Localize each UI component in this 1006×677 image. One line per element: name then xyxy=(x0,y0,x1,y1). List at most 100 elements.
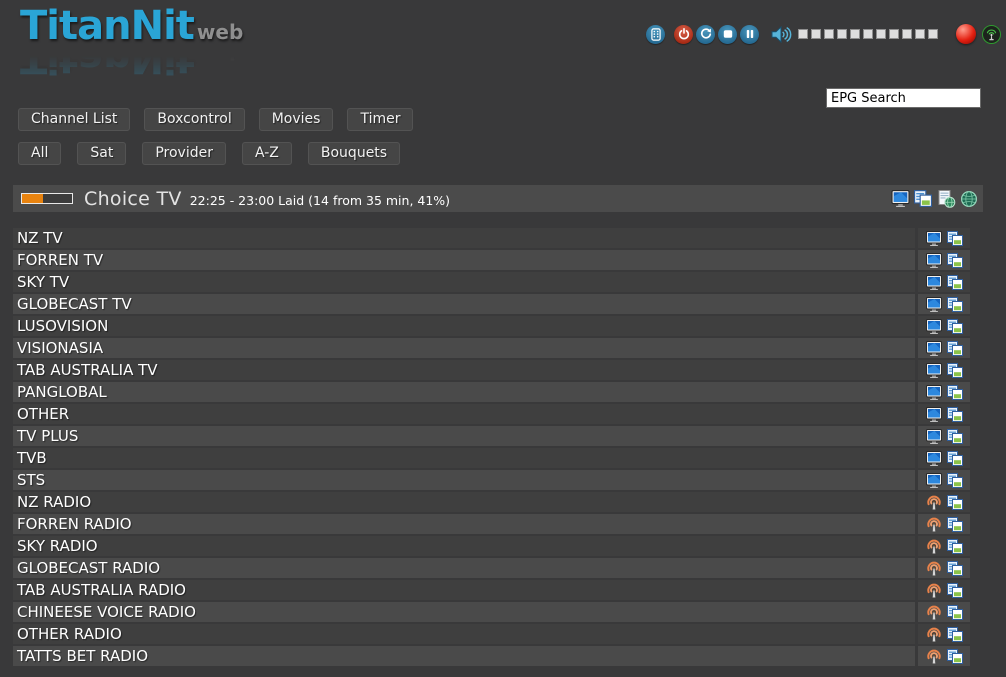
monitor-icon[interactable] xyxy=(926,318,942,334)
tab-boxcontrol[interactable]: Boxcontrol xyxy=(144,108,244,131)
epg-list-icon[interactable] xyxy=(947,626,963,642)
channel-name[interactable]: STS xyxy=(13,470,915,490)
filter-sat[interactable]: Sat xyxy=(77,142,126,165)
volume-segment[interactable] xyxy=(889,29,899,39)
epg-list-icon[interactable] xyxy=(947,252,963,268)
radio-antenna-icon[interactable] xyxy=(926,538,942,554)
volume-segment[interactable] xyxy=(837,29,847,39)
epg-list-icon[interactable] xyxy=(947,582,963,598)
channel-name[interactable]: NZ TV xyxy=(13,228,915,248)
tab-movies[interactable]: Movies xyxy=(259,108,334,131)
channel-name[interactable]: PANGLOBAL xyxy=(13,382,915,402)
channel-name[interactable]: TATTS BET RADIO xyxy=(13,646,915,666)
volume-segment[interactable] xyxy=(850,29,860,39)
monitor-icon[interactable] xyxy=(926,472,942,488)
remote-control-button[interactable] xyxy=(646,25,665,44)
epg-list-icon[interactable] xyxy=(947,362,963,378)
channel-name[interactable]: LUSOVISION xyxy=(13,316,915,336)
power-button[interactable] xyxy=(674,25,693,44)
filter-bouquets[interactable]: Bouquets xyxy=(308,142,400,165)
reload-button[interactable] xyxy=(696,25,715,44)
channel-name[interactable]: OTHER RADIO xyxy=(13,624,915,644)
volume-segment[interactable] xyxy=(928,29,938,39)
epg-list-icon[interactable] xyxy=(947,274,963,290)
channel-name[interactable]: TVB xyxy=(13,448,915,468)
monitor-icon[interactable] xyxy=(890,189,910,209)
radio-antenna-icon[interactable] xyxy=(926,582,942,598)
channel-actions xyxy=(918,426,970,446)
record-indicator-icon xyxy=(956,24,976,44)
monitor-icon[interactable] xyxy=(926,274,942,290)
volume-segment[interactable] xyxy=(811,29,821,39)
radio-antenna-icon[interactable] xyxy=(926,494,942,510)
filter-provider[interactable]: Provider xyxy=(142,142,226,165)
tab-timer[interactable]: Timer xyxy=(347,108,413,131)
epg-search-input[interactable] xyxy=(826,88,981,108)
epg-list-icon[interactable] xyxy=(947,516,963,532)
channel-row: TAB AUSTRALIA RADIO xyxy=(13,580,970,600)
monitor-icon[interactable] xyxy=(926,428,942,444)
epg-list-icon[interactable] xyxy=(947,230,963,246)
volume-segment[interactable] xyxy=(915,29,925,39)
volume-segment[interactable] xyxy=(863,29,873,39)
speaker-icon xyxy=(771,25,794,44)
pause-button[interactable] xyxy=(740,25,759,44)
epg-list-icon[interactable] xyxy=(947,560,963,576)
channel-actions xyxy=(918,624,970,644)
epg-list-icon[interactable] xyxy=(947,428,963,444)
channel-name[interactable]: VISIONASIA xyxy=(13,338,915,358)
channel-name[interactable]: GLOBECAST TV xyxy=(13,294,915,314)
monitor-icon[interactable] xyxy=(926,406,942,422)
radio-antenna-icon[interactable] xyxy=(926,516,942,532)
radio-antenna-icon[interactable] xyxy=(926,648,942,664)
channel-row: CHINEESE VOICE RADIO xyxy=(13,602,970,622)
epg-list-icon[interactable] xyxy=(947,318,963,334)
globe-icon[interactable] xyxy=(959,189,979,209)
channel-name[interactable]: TV PLUS xyxy=(13,426,915,446)
channel-name[interactable]: TAB AUSTRALIA RADIO xyxy=(13,580,915,600)
stream-button[interactable] xyxy=(982,25,1001,44)
monitor-icon[interactable] xyxy=(926,230,942,246)
channel-name[interactable]: NZ RADIO xyxy=(13,492,915,512)
filter-a-z[interactable]: A-Z xyxy=(242,142,292,165)
epg-list-icon[interactable] xyxy=(947,648,963,664)
epg-list-icon[interactable] xyxy=(947,494,963,510)
channel-row: VISIONASIA xyxy=(13,338,970,358)
channel-name[interactable]: TAB AUSTRALIA TV xyxy=(13,360,915,380)
tab-channel-list[interactable]: Channel List xyxy=(18,108,130,131)
stop-button[interactable] xyxy=(718,25,737,44)
epg-list-icon[interactable] xyxy=(947,604,963,620)
filter-all[interactable]: All xyxy=(18,142,61,165)
epg-list-icon[interactable] xyxy=(947,472,963,488)
channel-name[interactable]: SKY TV xyxy=(13,272,915,292)
epg-list-icon[interactable] xyxy=(947,384,963,400)
volume-segment[interactable] xyxy=(902,29,912,39)
page-globe-icon[interactable] xyxy=(936,189,956,209)
epg-list-icon[interactable] xyxy=(947,296,963,312)
channel-name[interactable]: FORREN RADIO xyxy=(13,514,915,534)
epg-list-icon[interactable] xyxy=(913,189,933,209)
channel-name[interactable]: CHINEESE VOICE RADIO xyxy=(13,602,915,622)
epg-list-icon[interactable] xyxy=(947,538,963,554)
channel-name[interactable]: FORREN TV xyxy=(13,250,915,270)
monitor-icon[interactable] xyxy=(926,384,942,400)
monitor-icon[interactable] xyxy=(926,340,942,356)
radio-antenna-icon[interactable] xyxy=(926,604,942,620)
channel-name[interactable]: GLOBECAST RADIO xyxy=(13,558,915,578)
channel-name[interactable]: SKY RADIO xyxy=(13,536,915,556)
channel-actions xyxy=(918,580,970,600)
monitor-icon[interactable] xyxy=(926,362,942,378)
mute-button[interactable] xyxy=(771,25,794,44)
epg-list-icon[interactable] xyxy=(947,340,963,356)
radio-antenna-icon[interactable] xyxy=(926,626,942,642)
monitor-icon[interactable] xyxy=(926,296,942,312)
epg-list-icon[interactable] xyxy=(947,450,963,466)
radio-antenna-icon[interactable] xyxy=(926,560,942,576)
volume-segment[interactable] xyxy=(824,29,834,39)
monitor-icon[interactable] xyxy=(926,252,942,268)
volume-segment[interactable] xyxy=(798,29,808,39)
epg-list-icon[interactable] xyxy=(947,406,963,422)
monitor-icon[interactable] xyxy=(926,450,942,466)
channel-name[interactable]: OTHER xyxy=(13,404,915,424)
volume-segment[interactable] xyxy=(876,29,886,39)
